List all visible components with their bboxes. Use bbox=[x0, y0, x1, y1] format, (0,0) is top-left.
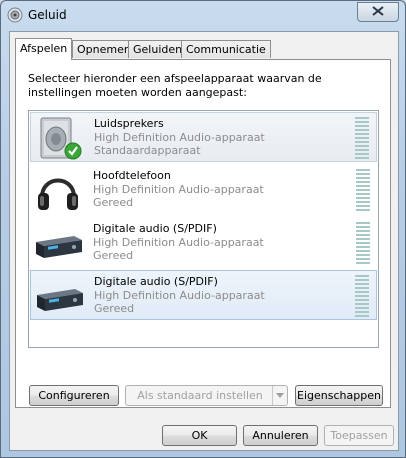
volume-meter bbox=[355, 117, 369, 159]
tab-geluiden[interactable]: Geluiden bbox=[128, 40, 188, 58]
window-title: Geluid bbox=[28, 8, 67, 22]
configure-button[interactable]: Configureren bbox=[29, 385, 119, 406]
device-status: Standaardapparaat bbox=[94, 144, 201, 157]
device-status: Gereed bbox=[93, 196, 134, 209]
playback-tab-panel: Selecteer hieronder een afspeelapparaat … bbox=[15, 59, 391, 408]
set-default-button[interactable]: Als standaard instellen bbox=[125, 385, 288, 406]
tab-opnemen[interactable]: Opnemen bbox=[72, 40, 136, 58]
tab-communicatie[interactable]: Communicatie bbox=[181, 40, 271, 58]
close-button[interactable] bbox=[357, 2, 399, 22]
properties-button[interactable]: Eigenschappen bbox=[295, 385, 383, 406]
digital-audio-device-icon bbox=[35, 273, 85, 319]
device-name: Hoofdtelefoon bbox=[93, 169, 171, 182]
device-status: Gereed bbox=[94, 302, 135, 315]
device-item-luidsprekers[interactable]: Luidsprekers High Definition Audio-appar… bbox=[30, 112, 377, 162]
close-icon bbox=[372, 6, 384, 16]
headphones-icon bbox=[34, 167, 84, 213]
device-name: Luidsprekers bbox=[94, 117, 164, 130]
device-name: Digitale audio (S/PDIF) bbox=[93, 222, 217, 235]
device-item-digitale-audio-1[interactable]: Digitale audio (S/PDIF) High Definition … bbox=[30, 218, 377, 268]
tab-afspelen[interactable]: Afspelen bbox=[15, 38, 73, 60]
speaker-icon bbox=[7, 7, 23, 23]
device-description: High Definition Audio-apparaat bbox=[93, 236, 264, 249]
title-bar[interactable]: Geluid bbox=[1, 1, 405, 29]
apply-button[interactable]: Toepassen bbox=[324, 425, 394, 446]
device-item-hoofdtelefoon[interactable]: Hoofdtelefoon High Definition Audio-appa… bbox=[30, 165, 377, 215]
set-default-dropdown-arrow[interactable] bbox=[272, 386, 287, 405]
device-list[interactable]: Luidsprekers High Definition Audio-appar… bbox=[28, 110, 379, 348]
speaker-default-icon bbox=[35, 115, 85, 161]
instruction-text: Selecteer hieronder een afspeelapparaat … bbox=[28, 72, 322, 99]
volume-meter bbox=[355, 275, 369, 317]
device-description: High Definition Audio-apparaat bbox=[94, 131, 265, 144]
device-status: Gereed bbox=[93, 249, 134, 262]
set-default-label: Als standaard instellen bbox=[137, 389, 263, 402]
device-description: High Definition Audio-apparaat bbox=[93, 183, 264, 196]
volume-meter bbox=[356, 169, 370, 211]
device-item-digitale-audio-2[interactable]: Digitale audio (S/PDIF) High Definition … bbox=[30, 270, 377, 320]
sound-dialog: Geluid Afspelen Opnemen Geluiden Communi… bbox=[0, 0, 406, 458]
chevron-down-icon bbox=[276, 393, 284, 398]
device-name: Digitale audio (S/PDIF) bbox=[94, 275, 218, 288]
volume-meter bbox=[356, 222, 370, 264]
digital-audio-device-icon bbox=[34, 220, 84, 266]
ok-button[interactable]: OK bbox=[162, 425, 237, 446]
device-description: High Definition Audio-apparaat bbox=[94, 289, 265, 302]
dialog-client-area: Afspelen Opnemen Geluiden Communicatie S… bbox=[9, 31, 399, 451]
cancel-button[interactable]: Annuleren bbox=[243, 425, 318, 446]
